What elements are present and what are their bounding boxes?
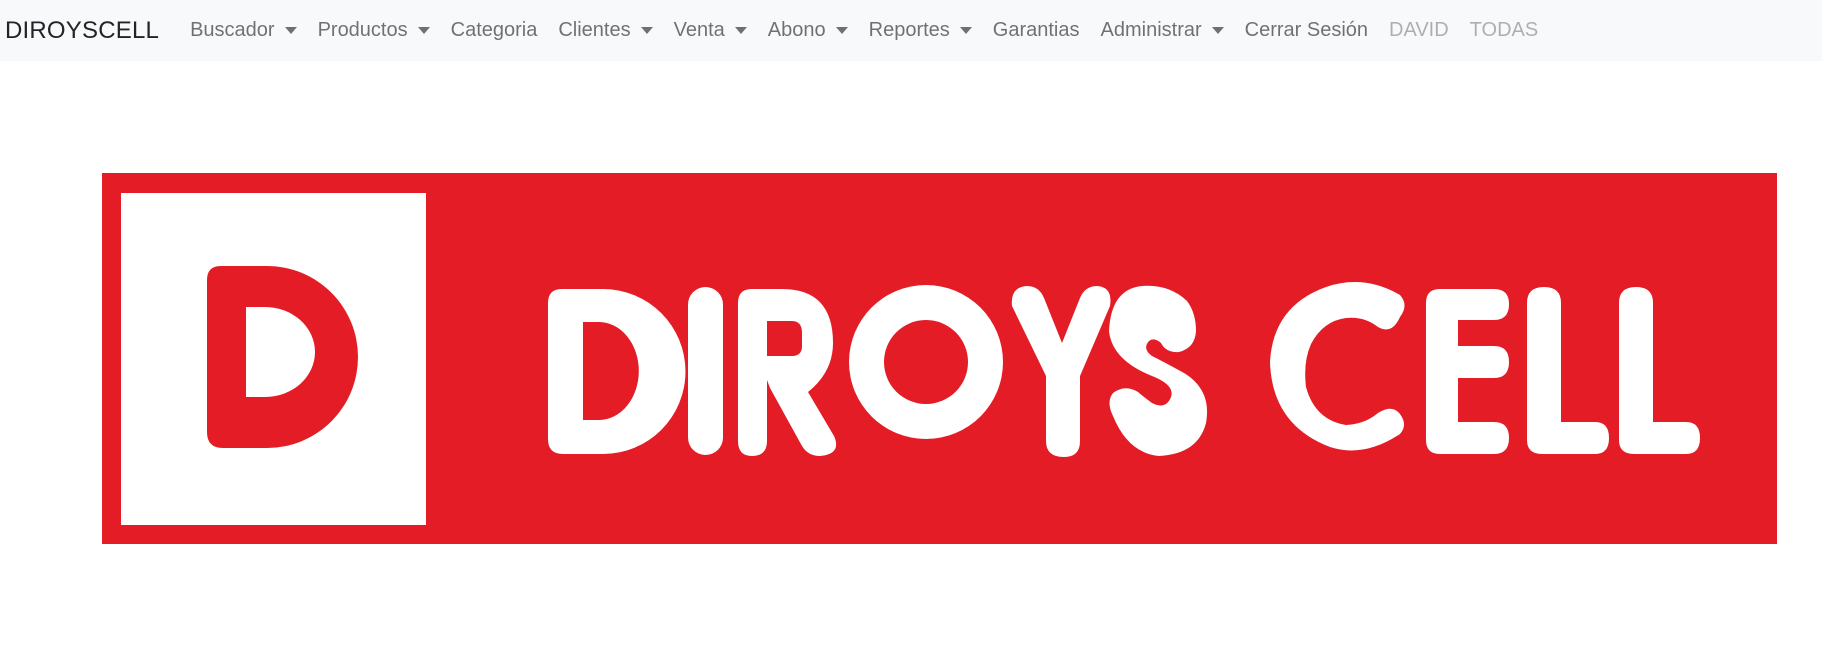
nav-administrar-label: Administrar [1100, 19, 1202, 41]
navbar-brand[interactable]: DIROYSCELL [5, 17, 159, 45]
nav-current-user: DAVID [1389, 19, 1449, 42]
nav-buscador-dropdown[interactable]: Buscador [190, 19, 297, 42]
nav-venta-dropdown[interactable]: Venta [674, 19, 747, 42]
caret-down-icon [417, 27, 430, 34]
caret-down-icon [734, 27, 747, 34]
nav-store-label: TODAS [1469, 19, 1539, 41]
nav-reportes-dropdown[interactable]: Reportes [869, 19, 972, 42]
top-navbar: DIROYSCELL Buscador Productos Categoria … [0, 0, 1822, 61]
caret-down-icon [835, 27, 848, 34]
nav-clientes-dropdown[interactable]: Clientes [558, 19, 653, 42]
nav-productos-label: Productos [317, 19, 408, 41]
nav-user-label: DAVID [1389, 19, 1449, 41]
nav-administrar-dropdown[interactable]: Administrar [1101, 19, 1224, 42]
nav-reportes-label: Reportes [868, 19, 950, 41]
caret-down-icon [640, 27, 653, 34]
nav-garantias-label: Garantias [992, 19, 1080, 41]
nav-menu: Buscador Productos Categoria Clientes Ve… [190, 19, 1559, 42]
nav-cerrar-sesion-link[interactable]: Cerrar Sesión [1245, 19, 1368, 42]
nav-venta-label: Venta [673, 19, 725, 41]
caret-down-icon [284, 27, 297, 34]
nav-abono-label: Abono [767, 19, 826, 41]
nav-garantias-link[interactable]: Garantias [993, 19, 1080, 42]
nav-categoria-label: Categoria [450, 19, 538, 41]
nav-clientes-label: Clientes [558, 19, 631, 41]
diroys-cell-banner [102, 173, 1777, 544]
nav-productos-dropdown[interactable]: Productos [318, 19, 430, 42]
logo-wordmark [548, 282, 1700, 457]
nav-current-store: TODAS [1470, 19, 1539, 42]
logo-d-icon [207, 266, 358, 448]
nav-categoria-link[interactable]: Categoria [451, 19, 538, 42]
nav-buscador-label: Buscador [190, 19, 275, 41]
nav-abono-dropdown[interactable]: Abono [768, 19, 848, 42]
caret-down-icon [1211, 27, 1224, 34]
nav-cerrar-sesion-label: Cerrar Sesión [1244, 19, 1369, 41]
brand-logo-image [207, 266, 1700, 457]
caret-down-icon [959, 27, 972, 34]
